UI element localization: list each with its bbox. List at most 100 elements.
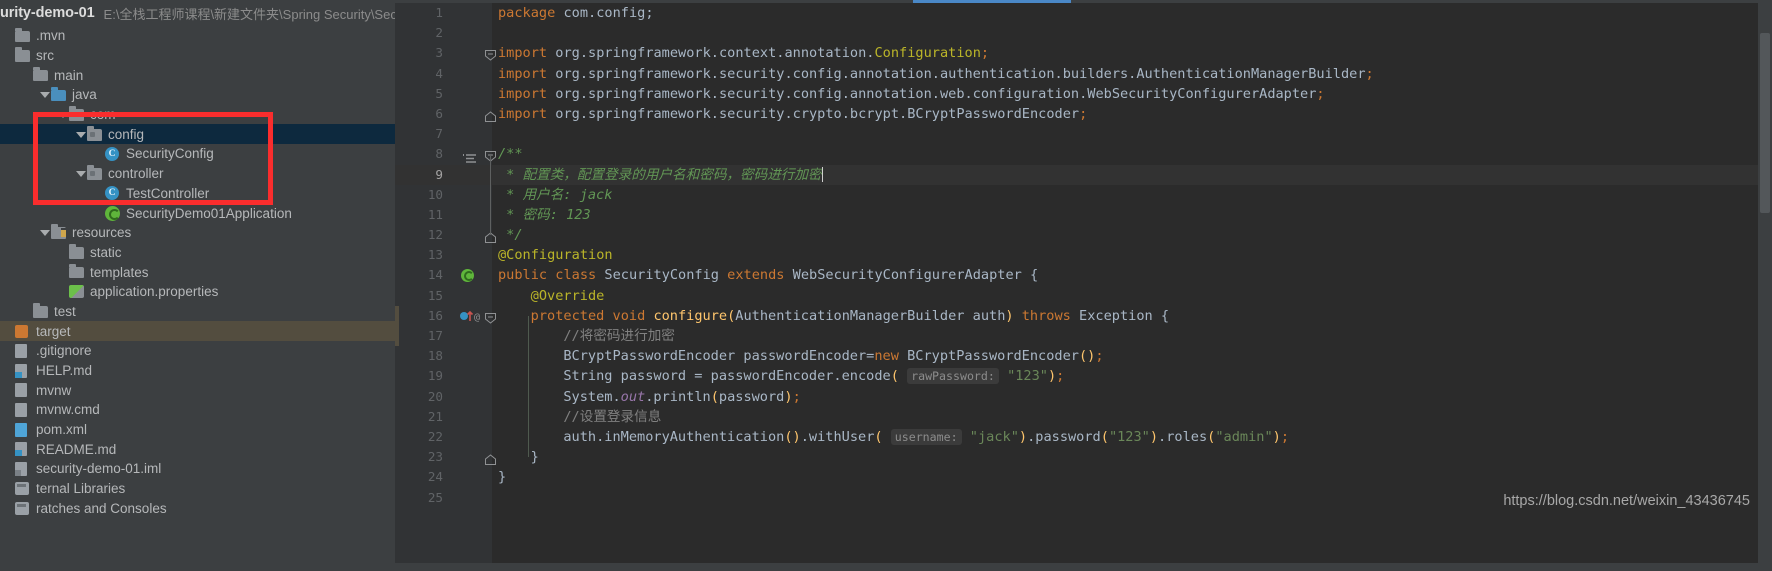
expand-arrow-icon[interactable]: [40, 89, 51, 100]
project-header[interactable]: curity-demo-01 E:\全栈工程师课程\新建文件夹\Spring S…: [0, 0, 395, 26]
tree-item-config[interactable]: config: [0, 124, 395, 145]
line-content: import org.springframework.security.conf…: [498, 65, 1374, 82]
tree-item-readme-md[interactable]: README.md: [0, 439, 395, 459]
tree-item-securitydemo01application[interactable]: SecurityDemo01Application: [0, 203, 395, 223]
line-content: * 密码: 123: [506, 206, 591, 223]
line-number: 16: [427, 307, 443, 323]
tree-item-test[interactable]: test: [0, 302, 395, 322]
code-line-20[interactable]: 20 System.out.println(password);: [395, 387, 1772, 407]
code-lines[interactable]: 1 package com.config; 2 3 import org.springf…: [395, 3, 1772, 571]
tree-item-label: security-demo-01.iml: [36, 461, 162, 477]
line-content: * 用户名: jack: [506, 186, 613, 203]
tree-item-testcontroller[interactable]: C TestController: [0, 184, 395, 204]
fold-end-icon[interactable]: [485, 452, 496, 466]
tree-item-mvn[interactable]: .mvn: [0, 26, 395, 46]
tree-item-static[interactable]: static: [0, 243, 395, 263]
line-number: 10: [427, 186, 443, 202]
tree-item-label: ternal Libraries: [36, 481, 126, 497]
code-line-19[interactable]: 19 String password = passwordEncoder.enco…: [395, 366, 1772, 386]
fold-end-icon[interactable]: [485, 109, 496, 122]
code-line-2[interactable]: 2: [395, 23, 1772, 43]
tree-item-com[interactable]: com: [0, 105, 395, 125]
markdown-file-icon: [15, 442, 31, 457]
code-line-14[interactable]: 14 public class SecurityConfig extends We…: [395, 265, 1772, 285]
override-method-gutter-icon[interactable]: @: [459, 309, 483, 323]
project-tool-window[interactable]: curity-demo-01 E:\全栈工程师课程\新建文件夹\Spring S…: [0, 0, 395, 571]
tree-item-ratches-and-consoles[interactable]: ratches and Consoles: [0, 499, 395, 519]
fold-start-icon[interactable]: [485, 311, 496, 324]
code-line-23[interactable]: 23}: [395, 447, 1772, 467]
line-number: 13: [427, 247, 443, 263]
idea-window: curity-demo-01 E:\全栈工程师课程\新建文件夹\Spring S…: [0, 0, 1772, 571]
tree-item-mvnw[interactable]: mvnw: [0, 380, 395, 400]
code-line-8[interactable]: 8 /**: [395, 144, 1772, 164]
line-number: 9: [435, 166, 443, 182]
status-bar: [0, 563, 1772, 571]
tree-item-resources[interactable]: resources: [0, 223, 395, 243]
code-line-9[interactable]: 9 * 配置类，配置登录的用户名和密码，密码进行加密: [395, 164, 1772, 185]
vcs-change-marker[interactable]: [395, 306, 399, 347]
tree-item-gitignore[interactable]: .gitignore: [0, 341, 395, 361]
tree-item-security-demo-01-iml[interactable]: security-demo-01.iml: [0, 459, 395, 479]
editor-scrollbar[interactable]: [1758, 3, 1772, 571]
tree-item-label: resources: [72, 225, 132, 241]
code-line-17[interactable]: 17 //将密码进行加密: [395, 326, 1772, 346]
tree-item-label: ratches and Consoles: [36, 500, 167, 516]
code-line-15[interactable]: 15 @Override: [395, 286, 1772, 306]
line-content: */: [506, 227, 523, 244]
line-number: 4: [435, 65, 443, 81]
tree-item-target[interactable]: target: [0, 321, 395, 341]
code-line-4[interactable]: 4 import org.springframework.security.con…: [395, 64, 1772, 84]
tree-item-templates[interactable]: templates: [0, 262, 395, 282]
javadoc-structure-icon[interactable]: [463, 150, 477, 164]
code-line-13[interactable]: 13 @Configuration: [395, 245, 1772, 265]
code-line-18[interactable]: 18 BCryptPasswordEncoder passwordEncoder=…: [395, 346, 1772, 366]
tree-item-src[interactable]: src: [0, 46, 395, 66]
code-line-3[interactable]: 3 import org.springframework.context.anno…: [395, 43, 1772, 63]
fold-start-icon[interactable]: [485, 48, 496, 62]
code-line-10[interactable]: 10 * 用户名: jack: [395, 185, 1772, 205]
expand-arrow-icon[interactable]: [58, 109, 69, 120]
tree-item-controller[interactable]: controller: [0, 164, 395, 184]
tree-item-java[interactable]: java: [0, 85, 395, 105]
line-number: 5: [435, 85, 443, 101]
line-content: public class SecurityConfig extends WebS…: [498, 267, 1039, 284]
tree-item-securityconfig[interactable]: C SecurityConfig: [0, 144, 395, 164]
line-number: 19: [427, 368, 443, 384]
code-line-12[interactable]: 12 */: [395, 225, 1772, 245]
java-class-icon: C: [105, 146, 121, 161]
expand-arrow-icon[interactable]: [76, 129, 87, 140]
code-line-6[interactable]: 6 import org.springframework.security.cry…: [395, 104, 1772, 124]
code-editor[interactable]: 1 package com.config; 2 3 import org.springf…: [395, 0, 1772, 571]
scrollbar-thumb[interactable]: [1760, 33, 1770, 213]
code-line-16[interactable]: 16 protected void configure(Authenticatio…: [395, 306, 1772, 326]
code-line-11[interactable]: 11 * 密码: 123: [395, 205, 1772, 225]
expand-arrow-icon[interactable]: [40, 227, 51, 238]
line-number: 18: [427, 348, 443, 364]
tree-item-label: static: [90, 244, 122, 260]
expand-arrow-icon[interactable]: [76, 168, 87, 179]
tree-item-label: src: [36, 48, 54, 64]
line-number: 2: [435, 25, 443, 41]
code-line-7[interactable]: 7: [395, 124, 1772, 144]
project-tree[interactable]: .mvn src main java com config C SecurityConfig c…: [0, 26, 395, 518]
code-line-1[interactable]: 1 package com.config;: [395, 3, 1772, 23]
tree-item-help-md[interactable]: HELP.md: [0, 361, 395, 381]
code-line-22[interactable]: 22 auth.inMemoryAuthentication().withUser…: [395, 427, 1772, 447]
tree-item-ternal-libraries[interactable]: ternal Libraries: [0, 479, 395, 499]
tree-item-application-properties[interactable]: application.properties: [0, 282, 395, 302]
spring-bean-gutter-icon[interactable]: [461, 268, 474, 282]
watermark-url: https://blog.csdn.net/weixin_43436745: [1503, 493, 1750, 509]
code-line-24[interactable]: 24}: [395, 467, 1772, 487]
line-content: @Override: [530, 287, 605, 304]
folder-icon: [33, 67, 49, 82]
tree-item-pom-xml[interactable]: pom.xml: [0, 420, 395, 440]
tree-item-main[interactable]: main: [0, 65, 395, 85]
tree-item-label: main: [54, 67, 84, 83]
code-line-5[interactable]: 5 import org.springframework.security.con…: [395, 84, 1772, 104]
code-line-21[interactable]: 21 //设置登录信息: [395, 407, 1772, 427]
tree-item-mvnw-cmd[interactable]: mvnw.cmd: [0, 400, 395, 420]
